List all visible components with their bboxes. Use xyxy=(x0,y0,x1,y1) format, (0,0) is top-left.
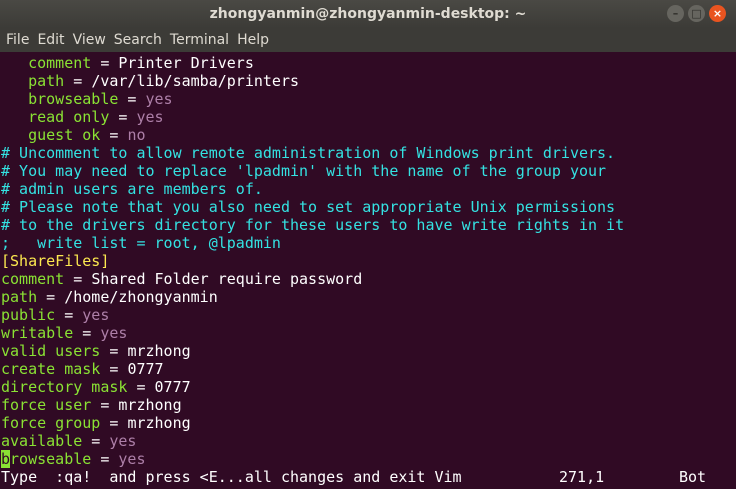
status-message: Type :qa! and press <E...all changes and… xyxy=(1,468,462,486)
config-line: writable = yes xyxy=(1,324,736,342)
config-line: available = yes xyxy=(1,432,736,450)
section-header: [ShareFiles] xyxy=(1,252,110,270)
config-line: guest ok = no xyxy=(1,126,736,144)
config-value: Printer Drivers xyxy=(118,54,254,72)
config-value: /home/zhongyanmin xyxy=(64,288,218,306)
minimize-button[interactable]: – xyxy=(667,5,684,22)
config-value: yes xyxy=(118,450,146,468)
equals: = xyxy=(55,306,83,324)
config-value: 0777 xyxy=(154,378,191,396)
config-line: comment = Shared Folder require password xyxy=(1,270,736,288)
config-key: valid users xyxy=(1,342,101,360)
config-value: mrzhong xyxy=(118,396,182,414)
comment-line: ; write list = root, @lpadmin xyxy=(1,234,281,252)
config-line: directory mask = 0777 xyxy=(1,378,736,396)
config-value: 0777 xyxy=(127,360,164,378)
config-value: yes xyxy=(82,306,110,324)
config-value: yes xyxy=(109,432,137,450)
equals: = xyxy=(37,288,65,306)
config-key: path xyxy=(1,288,38,306)
equals: = xyxy=(73,324,101,342)
config-key: read only xyxy=(28,108,110,126)
config-key: comment xyxy=(1,270,65,288)
menu-help[interactable]: Help xyxy=(233,32,273,48)
config-key: browseable xyxy=(28,90,119,108)
comment-line: # Please note that you also need to set … xyxy=(1,198,616,216)
comment-line: # admin users are members of. xyxy=(1,180,263,198)
comment-line: # You may need to replace 'lpadmin' with… xyxy=(1,162,607,180)
config-key: public xyxy=(1,306,56,324)
config-key: force group xyxy=(1,414,101,432)
config-value: Shared Folder require password xyxy=(91,270,363,288)
equals: = xyxy=(109,108,137,126)
menu-search[interactable]: Search xyxy=(110,32,166,48)
config-key: force user xyxy=(1,396,92,414)
config-value: mrzhong xyxy=(127,414,191,432)
equals: = xyxy=(64,72,92,90)
config-value: yes xyxy=(145,90,173,108)
menu-bar: File Edit View Search Terminal Help xyxy=(0,28,736,52)
equals: = xyxy=(100,342,128,360)
cursor-position: 271,1 xyxy=(559,468,605,486)
terminal-content[interactable]: comment = Printer Drivers path = /var/li… xyxy=(1,54,736,489)
equals: = xyxy=(91,396,119,414)
close-button[interactable]: × xyxy=(709,5,726,22)
equals: = xyxy=(118,90,146,108)
config-key: path xyxy=(28,72,65,90)
equals: = xyxy=(100,126,128,144)
config-line: browseable = yes xyxy=(1,90,736,108)
config-line: read only = yes xyxy=(1,108,736,126)
equals: = xyxy=(127,378,155,396)
equals: = xyxy=(100,414,128,432)
menu-view[interactable]: View xyxy=(69,32,110,48)
config-key: rowseable xyxy=(10,450,92,468)
config-value: no xyxy=(127,126,146,144)
config-key: guest ok xyxy=(28,126,101,144)
text-cursor: b xyxy=(1,450,11,468)
config-value: mrzhong xyxy=(127,342,191,360)
equals: = xyxy=(100,360,128,378)
config-line: path = /var/lib/samba/printers xyxy=(1,72,736,90)
config-line: force user = mrzhong xyxy=(1,396,736,414)
equals: = xyxy=(82,432,110,450)
config-line: create mask = 0777 xyxy=(1,360,736,378)
config-line: public = yes xyxy=(1,306,736,324)
equals: = xyxy=(91,450,119,468)
config-line: comment = Printer Drivers xyxy=(1,54,736,72)
config-value: yes xyxy=(136,108,164,126)
maximize-button[interactable]: □ xyxy=(688,5,705,22)
config-key: writable xyxy=(1,324,74,342)
window-title: zhongyanmin@zhongyanmin-desktop: ~ xyxy=(209,6,527,22)
equals: = xyxy=(64,270,92,288)
config-value: yes xyxy=(100,324,128,342)
comment-line: # Uncomment to allow remote administrati… xyxy=(1,144,616,162)
title-bar[interactable]: zhongyanmin@zhongyanmin-desktop: ~ – □ × xyxy=(0,0,736,28)
config-line: force group = mrzhong xyxy=(1,414,736,432)
config-key: directory mask xyxy=(1,378,128,396)
config-line: valid users = mrzhong xyxy=(1,342,736,360)
config-value: /var/lib/samba/printers xyxy=(91,72,300,90)
equals: = xyxy=(91,54,119,72)
terminal-window: zhongyanmin@zhongyanmin-desktop: ~ – □ ×… xyxy=(0,0,736,489)
menu-terminal[interactable]: Terminal xyxy=(166,32,233,48)
vim-status-line: Type :qa! and press <E...all changes and… xyxy=(1,468,736,486)
config-line: browseable = yes xyxy=(1,450,736,468)
config-key: create mask xyxy=(1,360,101,378)
window-controls: – □ × xyxy=(667,5,726,22)
comment-line: # to the drivers directory for these use… xyxy=(1,216,625,234)
menu-edit[interactable]: Edit xyxy=(33,32,68,48)
config-key: available xyxy=(1,432,83,450)
config-line: path = /home/zhongyanmin xyxy=(1,288,736,306)
scroll-indicator: Bot xyxy=(679,468,707,486)
config-key: comment xyxy=(28,54,92,72)
menu-file[interactable]: File xyxy=(2,32,33,48)
